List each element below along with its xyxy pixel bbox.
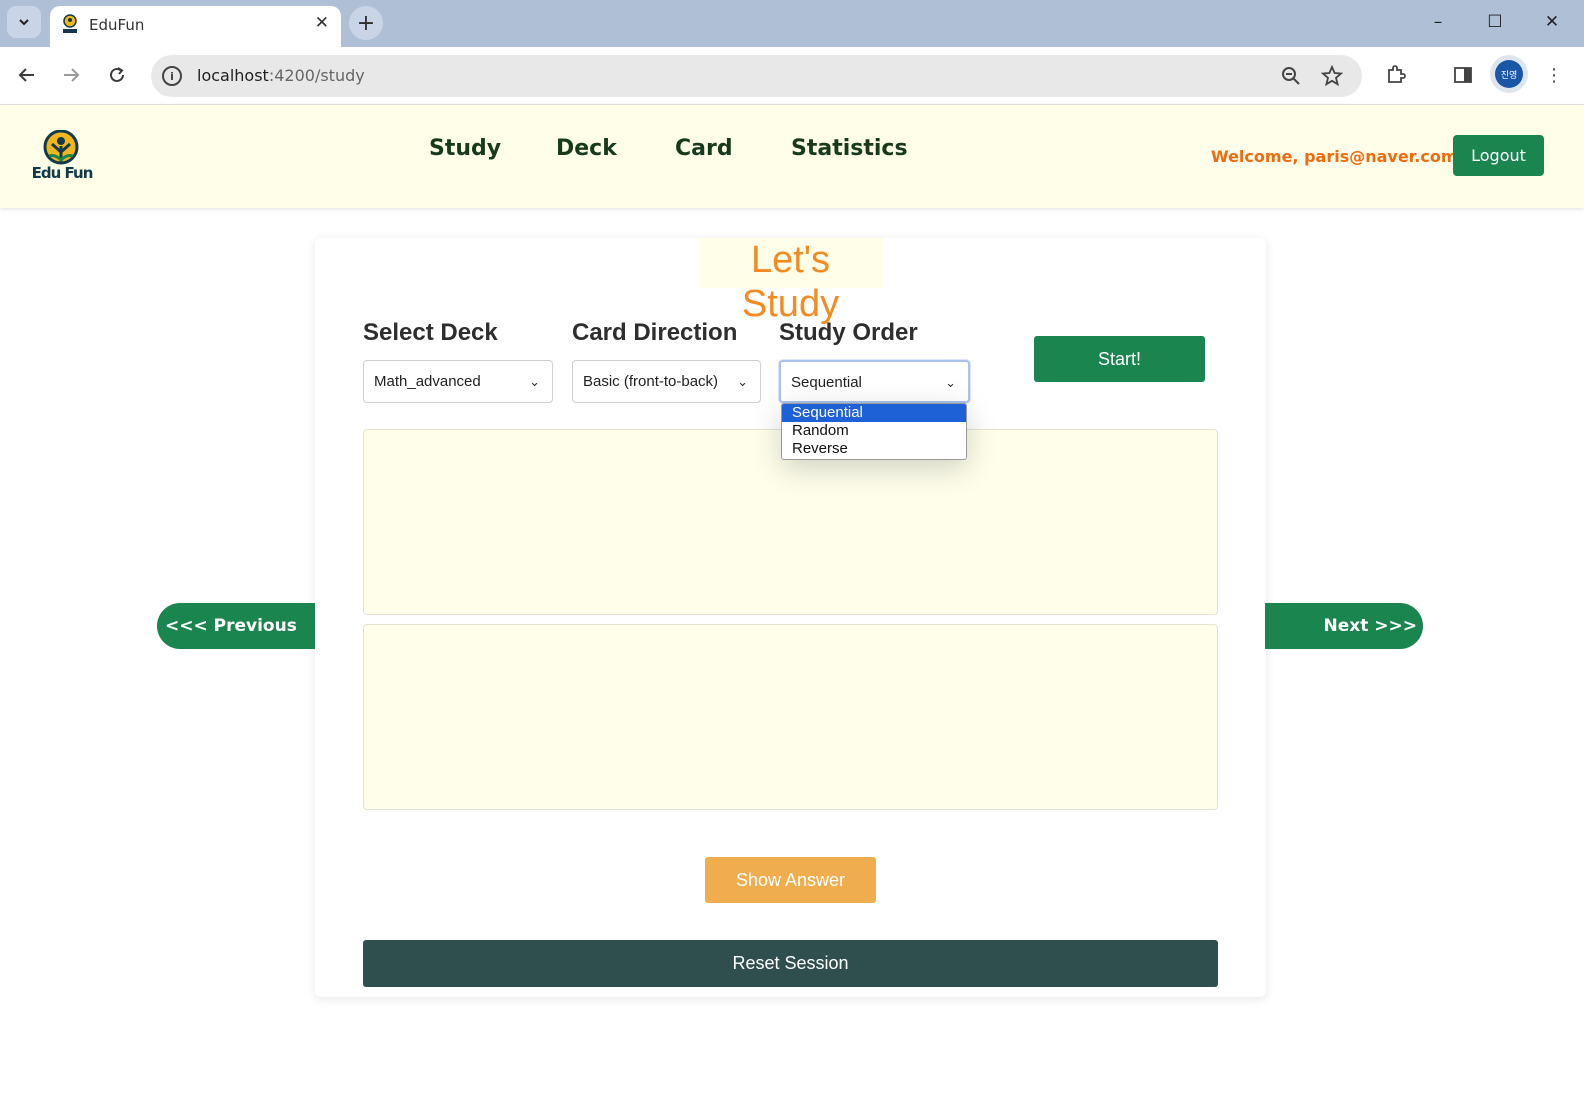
address-bar[interactable]: i localhost:4200/study [151,55,1362,97]
magnifier-minus-icon [1282,67,1300,85]
minimize-icon: – [1433,12,1443,32]
welcome-message: Welcome, paris@naver.com! [1211,147,1465,166]
star-icon [1321,65,1343,87]
maximize-icon: ☐ [1487,12,1503,32]
reload-button[interactable] [100,58,134,92]
start-button[interactable]: Start! [1034,336,1205,382]
order-select-value: Sequential [791,374,862,391]
tab-title: EduFun [89,16,145,34]
chevron-down-icon: ⌄ [529,374,540,389]
logo-text: Edu Fun [31,164,94,182]
bookmark-star-icon[interactable] [1319,63,1345,89]
page-title: Let's Study [698,238,883,325]
browser-tab[interactable]: EduFun ✕ [50,6,341,47]
extensions-icon[interactable] [1380,59,1412,91]
puzzle-icon [1388,65,1406,83]
direction-select-value: Basic (front-to-back) [583,373,719,390]
tab-search-button[interactable] [7,6,41,38]
nav-study[interactable]: Study [429,136,501,161]
next-button[interactable]: Next >>> [1265,603,1423,649]
order-select[interactable]: Sequential ⌄ [779,360,970,403]
deck-select[interactable]: Math_advanced ⌄ [363,360,553,403]
profile-avatar[interactable]: 진영 [1495,60,1523,88]
url-path: :4200/study [268,66,365,85]
site-info-icon[interactable]: i [162,66,182,86]
edufun-logo[interactable]: Edu Fun [30,130,94,186]
order-dropdown-list: Sequential Random Reverse [781,403,967,460]
order-option-sequential[interactable]: Sequential [782,404,966,422]
zoom-icon[interactable] [1278,63,1304,89]
side-panel-toggle-icon [1454,67,1472,83]
study-order-label: Study Order [779,319,918,346]
side-panel-icon[interactable] [1447,59,1479,91]
card-back-area [363,624,1218,810]
forward-button[interactable] [54,58,88,92]
app-header: Edu Fun Study Deck Card Statistics Welco… [0,105,1584,208]
nav-card[interactable]: Card [675,136,733,161]
select-deck-label: Select Deck [363,319,498,346]
reload-icon [110,67,124,82]
close-icon: ✕ [1544,12,1560,32]
card-direction-label: Card Direction [572,319,738,346]
chevron-down-icon [19,19,29,26]
show-answer-button[interactable]: Show Answer [705,857,876,903]
arrow-left-icon [18,68,34,82]
edufun-favicon-icon [63,14,77,33]
url-host: localhost [197,66,269,85]
chevron-down-icon: ⌄ [737,374,748,389]
arrow-right-icon [64,68,80,82]
nav-statistics[interactable]: Statistics [791,136,908,161]
previous-button[interactable]: <<< Previous [157,603,315,649]
order-option-reverse[interactable]: Reverse [782,440,966,458]
logo-icon [43,130,79,165]
minimize-button[interactable]: – [1418,8,1458,36]
browser-toolbar: i localhost:4200/study ⋮ [0,47,1584,105]
maximize-button[interactable]: ☐ [1475,8,1515,36]
menu-kebab-icon[interactable]: ⋮ [1538,59,1570,91]
url-text[interactable]: localhost:4200/study [197,66,365,85]
close-window-button[interactable]: ✕ [1532,8,1572,36]
new-tab-button[interactable]: + [349,6,383,40]
close-tab-icon[interactable]: ✕ [315,13,329,33]
reset-session-button[interactable]: Reset Session [363,940,1218,987]
chevron-down-icon: ⌄ [945,375,956,390]
back-button[interactable] [10,58,44,92]
order-option-random[interactable]: Random [782,422,966,440]
deck-select-value: Math_advanced [374,373,481,390]
plus-icon: + [356,10,376,36]
nav-deck[interactable]: Deck [556,136,617,161]
direction-select[interactable]: Basic (front-to-back) ⌄ [572,360,761,403]
browser-tab-strip: EduFun ✕ + – ☐ ✕ [0,0,1584,47]
logout-button[interactable]: Logout [1453,135,1544,176]
